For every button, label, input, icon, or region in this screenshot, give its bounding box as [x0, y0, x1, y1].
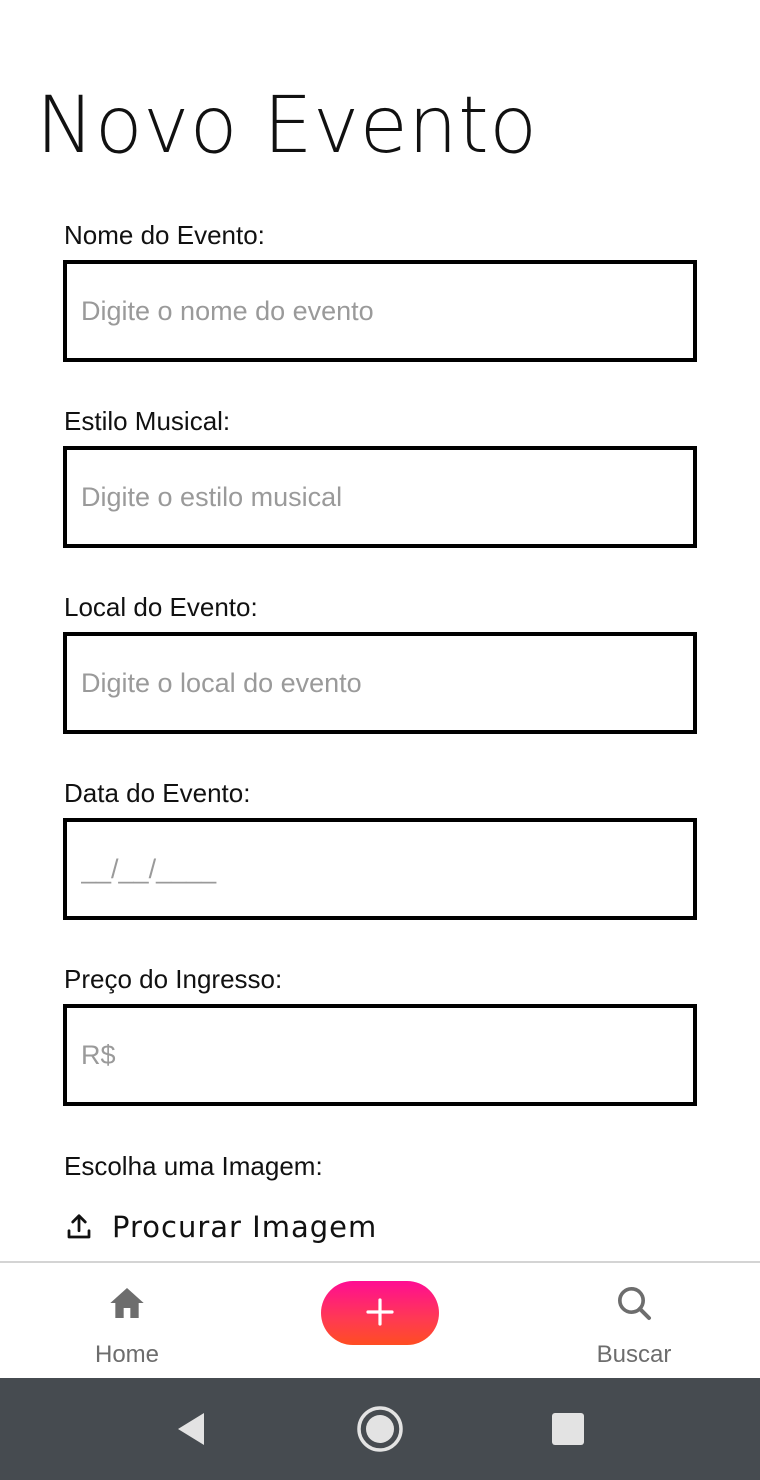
- ticket-price-label: Preço do Ingresso:: [64, 964, 283, 994]
- recents-icon[interactable]: [544, 1405, 592, 1453]
- event-date-label: Data do Evento:: [64, 778, 251, 808]
- back-icon[interactable]: [166, 1405, 214, 1453]
- tab-home[interactable]: Home: [57, 1281, 197, 1369]
- event-name-label: Nome do Evento:: [64, 220, 265, 250]
- image-label: Escolha uma Imagem:: [64, 1151, 323, 1181]
- tab-search[interactable]: Buscar: [564, 1281, 704, 1369]
- tab-search-label: Buscar: [596, 1341, 672, 1368]
- plus-icon: [365, 1297, 395, 1330]
- ticket-price-input[interactable]: [63, 1004, 697, 1106]
- search-icon: [612, 1281, 656, 1325]
- event-date-input[interactable]: [63, 818, 697, 920]
- music-style-label: Estilo Musical:: [64, 406, 231, 436]
- tab-home-label: Home: [94, 1341, 160, 1368]
- event-name-input[interactable]: [63, 260, 697, 362]
- system-navigation-bar: [0, 1378, 760, 1480]
- event-location-label: Local do Evento:: [64, 592, 258, 622]
- page-title: Novo Evento: [36, 81, 538, 171]
- home-icon: [105, 1281, 149, 1325]
- add-event-button[interactable]: [321, 1281, 439, 1345]
- bottom-tab-bar: Home Buscar: [0, 1261, 760, 1378]
- event-location-input[interactable]: [63, 632, 697, 734]
- browse-image-label: Procurar Imagem: [112, 1210, 378, 1244]
- upload-icon: [62, 1210, 96, 1244]
- music-style-input[interactable]: [63, 446, 697, 548]
- home-circle-icon[interactable]: [356, 1405, 404, 1453]
- browse-image-button[interactable]: Procurar Imagem: [62, 1204, 377, 1250]
